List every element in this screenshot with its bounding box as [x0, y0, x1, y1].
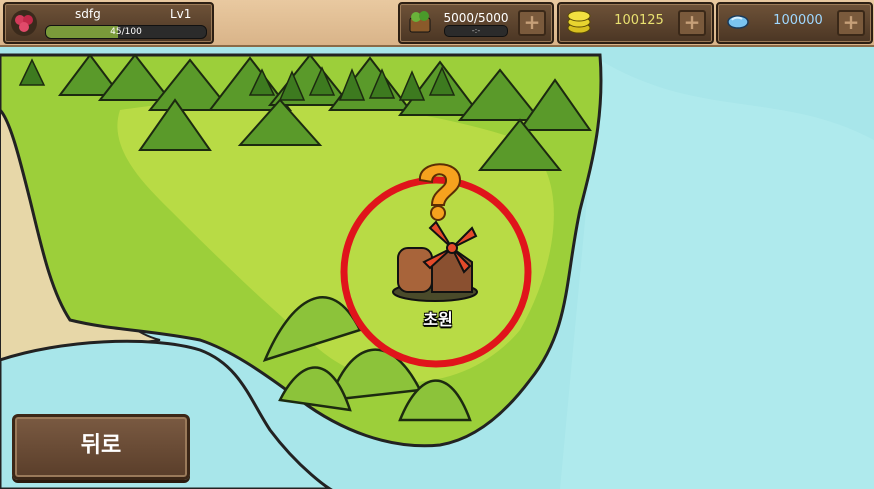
stamina-panel: 5000/5000 -:- + — [398, 2, 554, 44]
xp-text: 45/100 — [110, 27, 142, 37]
player-level: Lv1 — [170, 7, 192, 21]
blue-gem-icon — [727, 15, 749, 29]
gold-value: 100125 — [614, 13, 664, 28]
gem-value: 100000 — [773, 13, 823, 28]
add-stamina-button[interactable]: + — [518, 10, 546, 36]
player-name: sdfg — [75, 7, 101, 21]
player-panel: sdfg Lv1 45/100 — [3, 2, 214, 44]
back-button[interactable]: 뒤로 — [12, 414, 190, 480]
stamina-timer: -:- — [444, 25, 508, 37]
location-label: 초원 — [423, 310, 453, 329]
rose-avatar-icon — [11, 10, 37, 36]
gold-coins-icon — [567, 10, 591, 34]
gold-panel: 100125 + — [557, 2, 714, 44]
xp-bar: 45/100 — [45, 25, 207, 39]
gem-panel: 100000 + — [716, 2, 873, 44]
add-gem-button[interactable]: + — [837, 10, 865, 36]
wood-basket-icon — [409, 11, 431, 33]
map-location-grassland[interactable] — [390, 222, 485, 302]
add-gold-button[interactable]: + — [678, 10, 706, 36]
